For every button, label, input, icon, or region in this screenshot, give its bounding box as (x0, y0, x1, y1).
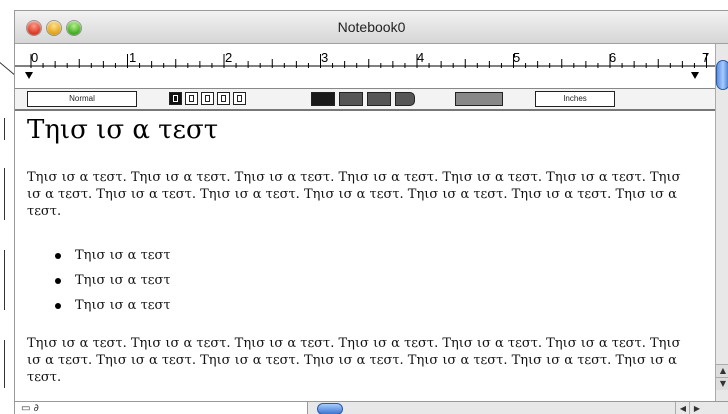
bullet-icon (55, 253, 61, 259)
ruler-number: 0 (31, 50, 39, 65)
page-icon[interactable]: ▭ ∂ (21, 403, 39, 414)
spacing-oneandhalf-icon[interactable] (339, 92, 363, 106)
annotation-line (4, 118, 5, 140)
ruler-number: 5 (513, 50, 521, 65)
list-item: Τηισ ισ α τεστ (51, 243, 171, 268)
units-field[interactable]: Inches (535, 91, 615, 107)
right-indent-marker[interactable] (691, 72, 699, 79)
list-item: Τηισ ισ α τεστ (51, 268, 171, 293)
align-center-icon[interactable] (185, 92, 198, 105)
document-area[interactable]: Τηισ ισ α τεστ Τηισ ισ α τεστ. Τηισ ισ α… (15, 111, 715, 401)
list-item-text: Τηισ ισ α τεστ (75, 248, 171, 263)
spacing-custom-icon[interactable] (395, 92, 415, 106)
vertical-scroll-thumb[interactable] (716, 60, 728, 90)
document-paragraph: Τηισ ισ α τεστ. Τηισ ισ α τεστ. Τηισ ισ … (27, 336, 681, 385)
bullet-list: Τηισ ισ α τεστ Τηισ ισ α τεστ Τηισ ισ α … (51, 243, 171, 318)
bottom-bar: ▭ ∂ ◀ ▶ (15, 401, 728, 414)
list-item: Τηισ ισ α τεστ (51, 293, 171, 318)
ruler-number: 7 (702, 50, 710, 65)
ruler[interactable]: 0 1 2 3 4 5 6 7 (15, 44, 715, 89)
horizontal-scroll-thumb[interactable] (317, 403, 343, 414)
style-field[interactable]: Normal (27, 91, 137, 107)
ruler-number: 3 (321, 50, 329, 65)
spacing-single-icon[interactable] (311, 92, 335, 106)
spacing-double-icon[interactable] (367, 92, 391, 106)
notebook-window: Notebook0 0 1 2 3 4 5 6 7 Normal Inches … (14, 10, 728, 414)
list-item-text: Τηισ ισ α τεστ (75, 298, 171, 313)
arrow-down-icon[interactable]: ▼ (716, 377, 728, 390)
ruler-number: 2 (225, 50, 233, 65)
annotation-line (4, 250, 5, 310)
align-full-icon[interactable] (233, 92, 246, 105)
align-left-icon[interactable] (169, 92, 182, 105)
left-indent-marker[interactable] (25, 72, 33, 79)
vertical-scrollbar[interactable]: ▲ ▼ (715, 44, 728, 401)
list-item-text: Τηισ ισ α τεστ (75, 273, 171, 288)
title-bar[interactable]: Notebook0 (15, 11, 728, 44)
arrow-left-icon[interactable]: ◀ (675, 402, 690, 414)
ruler-number: 6 (609, 50, 617, 65)
align-right-icon[interactable] (201, 92, 214, 105)
tab-stops-icon[interactable] (455, 92, 503, 106)
window-title: Notebook0 (337, 19, 406, 35)
document-heading: Τηισ ισ α τεστ (27, 115, 219, 145)
annotation-line (4, 340, 5, 388)
document-paragraph: Τηισ ισ α τεστ. Τηισ ισ α τεστ. Τηισ ισ … (27, 170, 681, 219)
annotation-line (4, 168, 5, 220)
bullet-icon (55, 303, 61, 309)
arrow-right-icon[interactable]: ▶ (689, 402, 704, 414)
arrow-up-icon[interactable]: ▲ (716, 364, 728, 377)
ruler-number: 4 (417, 50, 425, 65)
align-justify-icon[interactable] (217, 92, 230, 105)
format-bar: Normal Inches (15, 89, 715, 111)
status-box: ▭ ∂ (15, 402, 308, 414)
ruler-number: 1 (129, 50, 137, 65)
bullet-icon (55, 278, 61, 284)
